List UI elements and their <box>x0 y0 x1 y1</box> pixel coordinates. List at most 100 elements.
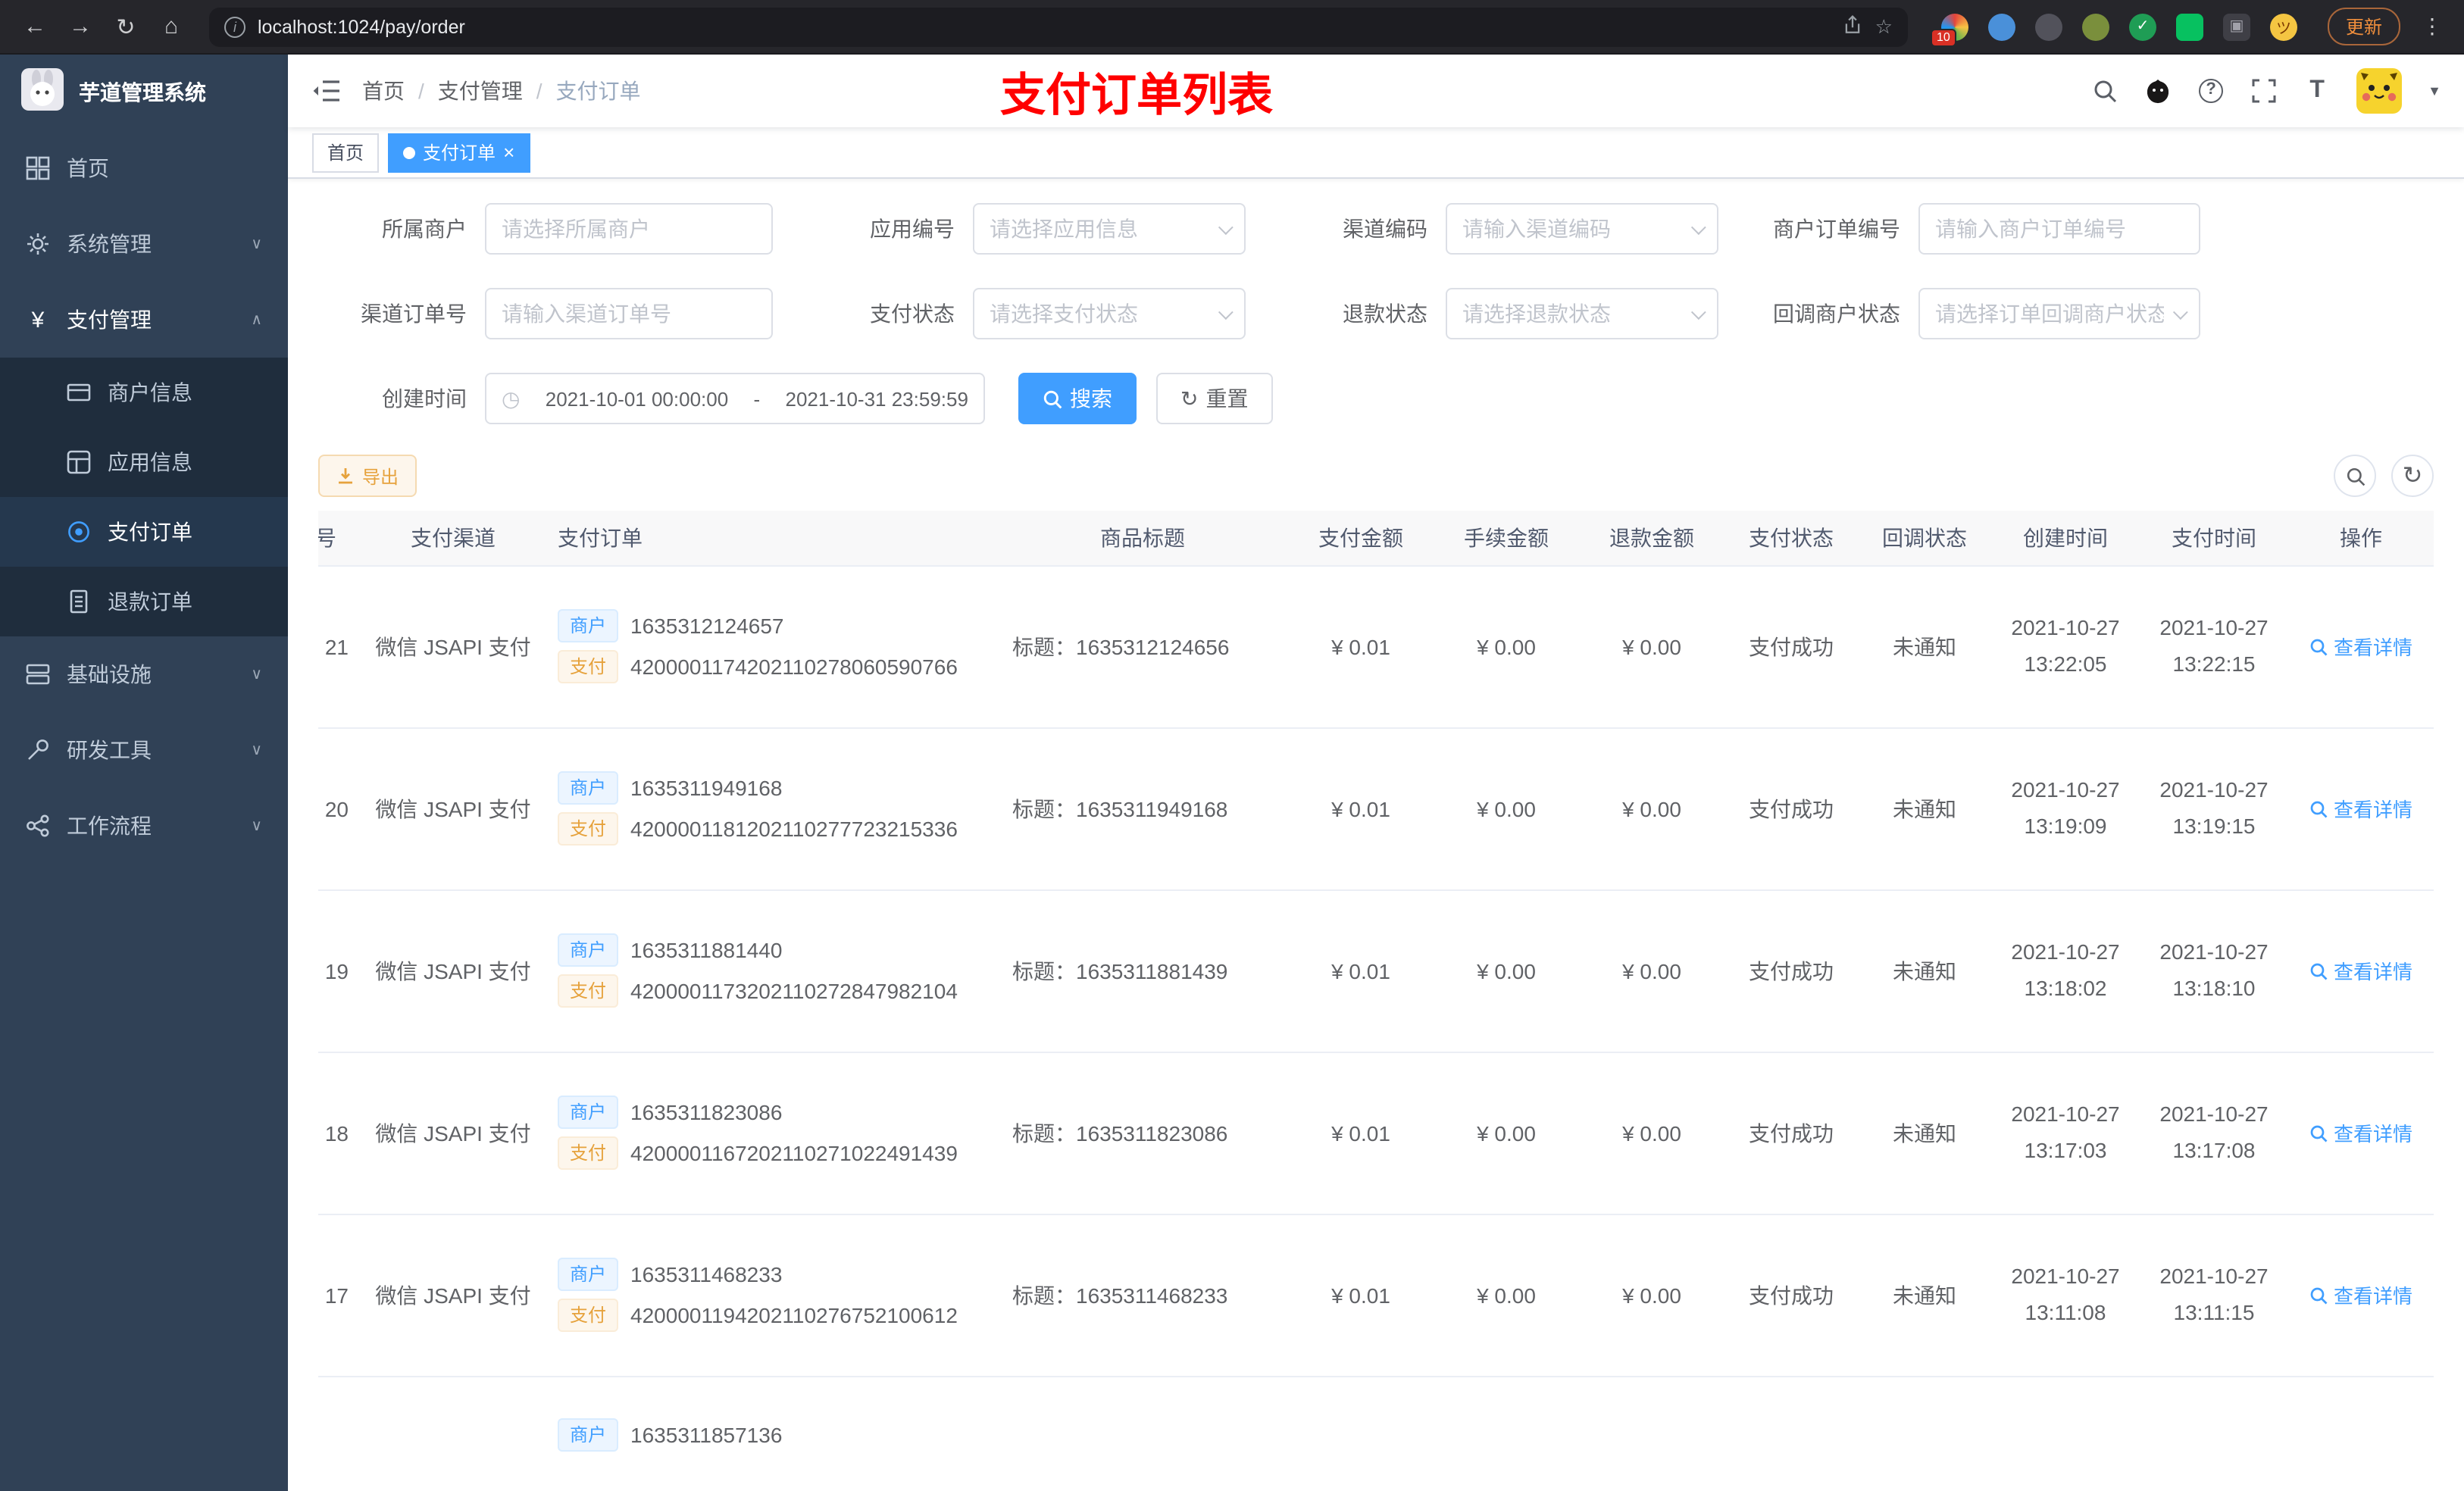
refresh-table-icon[interactable]: ↻ <box>2391 455 2434 497</box>
logo-avatar <box>21 67 64 117</box>
order-id: 21 <box>324 634 349 658</box>
fullscreen-icon[interactable] <box>2250 77 2278 105</box>
view-detail-link[interactable]: 查看详情 <box>2309 632 2412 661</box>
sidebar-item-devtools[interactable]: 研发工具 ∨ <box>0 712 288 788</box>
merchant-order-no-input[interactable]: 请输入商户订单编号 <box>1918 203 2200 255</box>
extensions-puzzle-icon[interactable]: ▣ <box>2222 13 2250 40</box>
browser-update-button[interactable]: 更新 <box>2327 8 2400 45</box>
view-detail-link[interactable]: 查看详情 <box>2309 794 2412 823</box>
logo-bar[interactable]: 芋道管理系统 <box>0 55 288 130</box>
filter-label: 退款状态 <box>1343 302 1427 326</box>
notify-status-select[interactable]: 请选择订单回调商户状态 <box>1918 288 2200 339</box>
navbar: 首页 / 支付管理 / 支付订单 支付订单列表 ? T ▼ <box>288 55 2464 127</box>
extension-icon[interactable] <box>2175 13 2203 40</box>
view-detail-link[interactable]: 查看详情 <box>2309 1118 2412 1147</box>
date-range-picker[interactable]: ◷ 2021-10-01 00:00:00 - 2021-10-31 23:59… <box>485 373 985 424</box>
reset-button[interactable]: ↻ 重置 <box>1156 373 1273 424</box>
sidebar-item-workflow[interactable]: 工作流程 ∨ <box>0 788 288 864</box>
pay-submenu: 商户信息 应用信息 支付订单 退款订单 <box>0 358 288 636</box>
sidebar-item-label: 工作流程 <box>67 814 152 838</box>
navbar-actions: ? T ▼ <box>2091 68 2441 114</box>
create-date: 2021-10-27 <box>2011 777 2120 802</box>
fee-amount: ¥ 0.00 <box>1477 796 1536 821</box>
app-title: 芋道管理系统 <box>79 80 206 105</box>
pay-date: 2021-10-27 <box>2159 1101 2269 1126</box>
product-title: 标题：1635311881439 <box>1012 958 1228 983</box>
help-icon[interactable]: ? <box>2197 77 2225 105</box>
channel-order-no-input[interactable]: 请输入渠道订单号 <box>485 288 773 339</box>
create-time: 13:19:09 <box>2024 813 2107 837</box>
screen: ← → ↻ ⌂ i localhost:1024/pay/order ☆ 10 … <box>0 0 2464 1491</box>
refund-status-select[interactable]: 请选择退款状态 <box>1446 288 1718 339</box>
profile-avatar-icon[interactable]: ツ <box>2269 13 2297 40</box>
search-button[interactable]: 搜索 <box>1018 373 1137 424</box>
toolbar-right: ↻ <box>2334 455 2434 497</box>
table-row[interactable]: 21 微信 JSAPI 支付 商户 1635312124657 支付 42000… <box>318 565 2434 728</box>
view-detail-link[interactable]: 查看详情 <box>2309 956 2412 985</box>
site-info-icon[interactable]: i <box>224 16 245 37</box>
forward-icon[interactable]: → <box>61 14 100 39</box>
refund-amount: ¥ 0.00 <box>1622 1121 1681 1145</box>
sidebar-item-infra[interactable]: 基础设施 ∨ <box>0 636 288 712</box>
create-date: 2021-10-27 <box>2011 1263 2120 1288</box>
channel-code-select[interactable]: 请输入渠道编码 <box>1446 203 1718 255</box>
tag-pay-order[interactable]: 支付订单 × <box>388 133 530 172</box>
extension-icon[interactable]: ✓ <box>2128 13 2156 40</box>
extension-icon[interactable] <box>1987 13 2015 40</box>
reload-icon[interactable]: ↻ <box>106 13 145 40</box>
search-icon[interactable] <box>2091 77 2118 105</box>
toggle-search-icon[interactable] <box>2334 455 2376 497</box>
extension-icon[interactable] <box>2034 13 2062 40</box>
extension-icon[interactable] <box>2081 13 2109 40</box>
pay-channel: 微信 JSAPI 支付 <box>375 958 531 983</box>
bookmark-star-icon[interactable]: ☆ <box>1875 14 1893 39</box>
sidebar-fold-icon[interactable] <box>311 76 341 106</box>
share-icon[interactable] <box>1843 14 1863 39</box>
user-avatar[interactable] <box>2356 68 2403 114</box>
sidebar-item-label: 应用信息 <box>108 450 192 474</box>
pay-status-select[interactable]: 请选择支付状态 <box>973 288 1246 339</box>
breadcrumb-home[interactable]: 首页 <box>362 76 405 106</box>
table-toolbar: 导出 ↻ <box>318 455 2434 497</box>
table-row[interactable]: 19 微信 JSAPI 支付 商户 1635311881440 支付 42000… <box>318 889 2434 1052</box>
sidebar-item-app-info[interactable]: 应用信息 <box>0 427 288 497</box>
breadcrumb-pay[interactable]: 支付管理 <box>438 76 523 106</box>
view-detail-link[interactable]: 查看详情 <box>2309 1280 2412 1309</box>
font-size-icon[interactable]: T <box>2303 77 2331 105</box>
page-content: 所属商户 请选择所属商户 应用编号 请选择应用信息 渠道编码 请输入渠道编码 商… <box>288 179 2464 1491</box>
sidebar-item-refund-order[interactable]: 退款订单 <box>0 567 288 636</box>
chevron-down-icon <box>1690 304 1706 320</box>
create-time: 13:11:08 <box>2025 1299 2106 1324</box>
refund-amount: ¥ 0.00 <box>1622 1283 1681 1307</box>
browser-menu-icon[interactable]: ⋮ <box>2416 14 2449 39</box>
table-row[interactable]: 17 微信 JSAPI 支付 商户 1635311468233 支付 42000… <box>318 1214 2434 1377</box>
breadcrumb: 首页 / 支付管理 / 支付订单 <box>362 76 641 106</box>
sidebar-item-merchant-info[interactable]: 商户信息 <box>0 358 288 427</box>
table-row[interactable]: 18 微信 JSAPI 支付 商户 1635311823086 支付 42000… <box>318 1052 2434 1214</box>
github-icon[interactable] <box>2144 77 2172 105</box>
app-select[interactable]: 请选择应用信息 <box>973 203 1246 255</box>
chevron-down-icon: ∨ <box>251 817 262 834</box>
pay-tag: 支付 <box>558 812 619 846</box>
home-icon[interactable]: ⌂ <box>152 14 191 39</box>
sidebar-item-pay-order[interactable]: 支付订单 <box>0 497 288 567</box>
channel-pay-no: 4200001167202110271022491439 <box>630 1141 958 1165</box>
sidebar-item-home[interactable]: 首页 <box>0 130 288 206</box>
close-icon[interactable]: × <box>503 142 514 162</box>
workflow-icon <box>26 814 50 838</box>
merchant-input[interactable]: 请选择所属商户 <box>485 203 773 255</box>
table-row[interactable]: 20 微信 JSAPI 支付 商户 1635311949168 支付 42000… <box>318 727 2434 890</box>
create-time: 13:22:05 <box>2024 651 2107 675</box>
sidebar-item-pay[interactable]: ¥ 支付管理 ∧ <box>0 282 288 358</box>
sidebar-item-system[interactable]: 系统管理 ∨ <box>0 206 288 282</box>
chevron-up-icon: ∧ <box>251 311 262 328</box>
create-date: 2021-10-27 <box>2011 1101 2120 1126</box>
url-text[interactable]: localhost:1024/pay/order <box>258 16 1831 37</box>
export-button[interactable]: 导出 <box>318 455 417 497</box>
extension-icon[interactable]: 10 <box>1930 13 1968 46</box>
tag-home[interactable]: 首页 <box>312 133 380 172</box>
back-icon[interactable]: ← <box>15 14 55 39</box>
caret-down-icon[interactable]: ▼ <box>2428 83 2441 98</box>
url-bar[interactable]: i localhost:1024/pay/order ☆ <box>209 7 1908 46</box>
extensions-cluster: 10 ✓ ▣ ツ <box>1926 13 2312 46</box>
